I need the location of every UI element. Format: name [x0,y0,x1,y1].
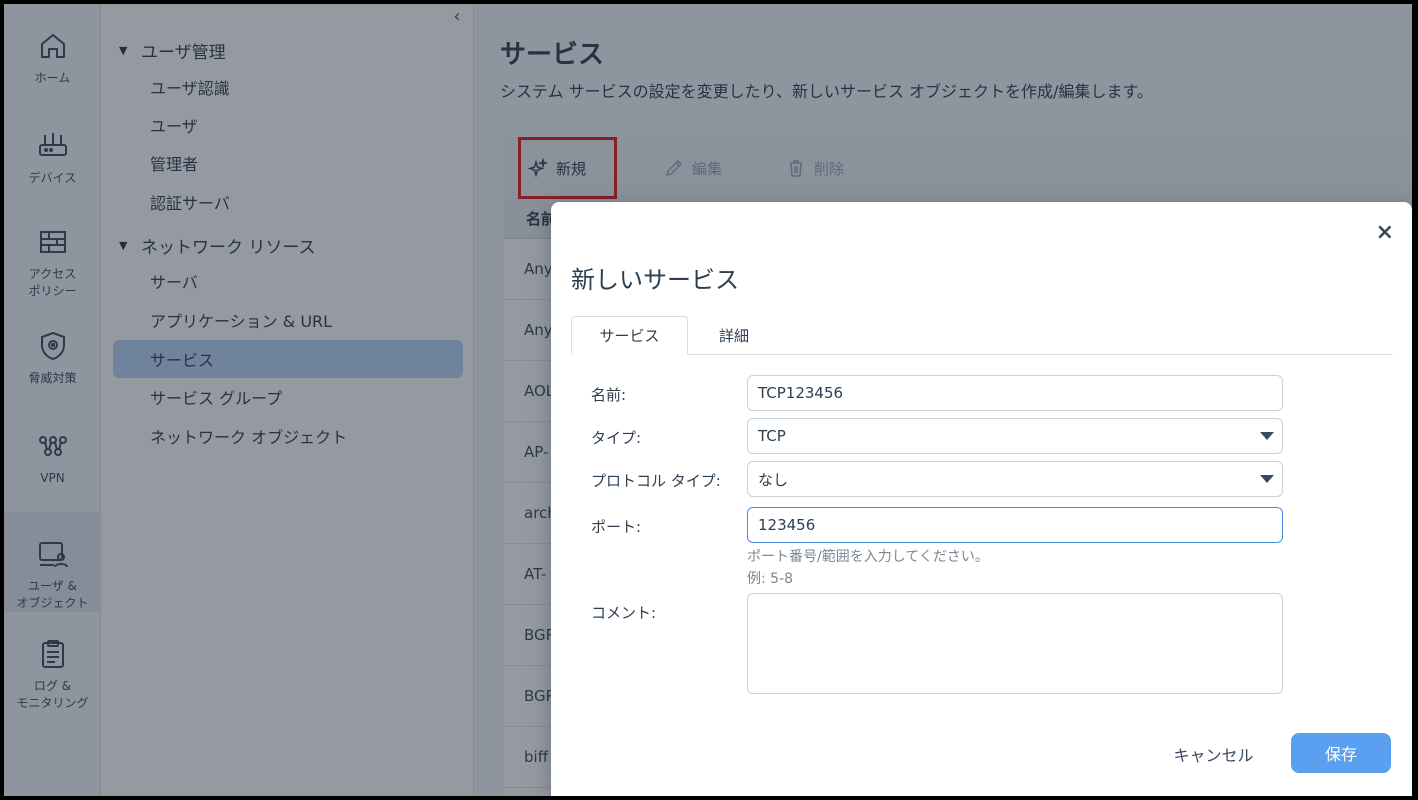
protocol-type-select[interactable]: なし [747,461,1283,497]
cancel-button[interactable]: キャンセル [1161,734,1266,774]
dialog-tabs: サービス 詳細 [571,316,1393,355]
dialog-title: 新しいサービス [571,266,739,294]
dropdown-arrow-icon [1260,432,1274,440]
name-label: 名前: [591,386,627,404]
port-label: ポート: [591,518,642,536]
comment-label: コメント: [591,604,657,622]
type-select-value: TCP [758,427,786,445]
protocol-type-value: なし [758,470,789,489]
protocol-type-label: プロトコル タイプ: [591,472,721,490]
port-example: 例: 5-8 [747,571,794,587]
dropdown-arrow-icon [1260,475,1274,483]
type-select[interactable]: TCP [747,418,1283,454]
name-field[interactable]: TCP123456 [747,375,1283,411]
port-hint: ポート番号/範囲を入力してください。 [747,549,989,565]
comment-textarea[interactable] [747,593,1283,694]
app-window: ホーム デバイス アクセス ポリシー 脅威対策 VPN ユーザ & オブジェクト… [4,4,1412,796]
save-button[interactable]: 保存 [1291,733,1391,773]
port-field[interactable]: 123456 [747,507,1283,543]
new-service-dialog: × 新しいサービス サービス 詳細 名前: TCP123456 タイプ: TCP… [551,202,1412,796]
close-icon[interactable]: × [1376,220,1394,245]
tab-service[interactable]: サービス [571,316,688,355]
type-label: タイプ: [591,429,642,447]
tab-details[interactable]: 詳細 [688,316,780,355]
